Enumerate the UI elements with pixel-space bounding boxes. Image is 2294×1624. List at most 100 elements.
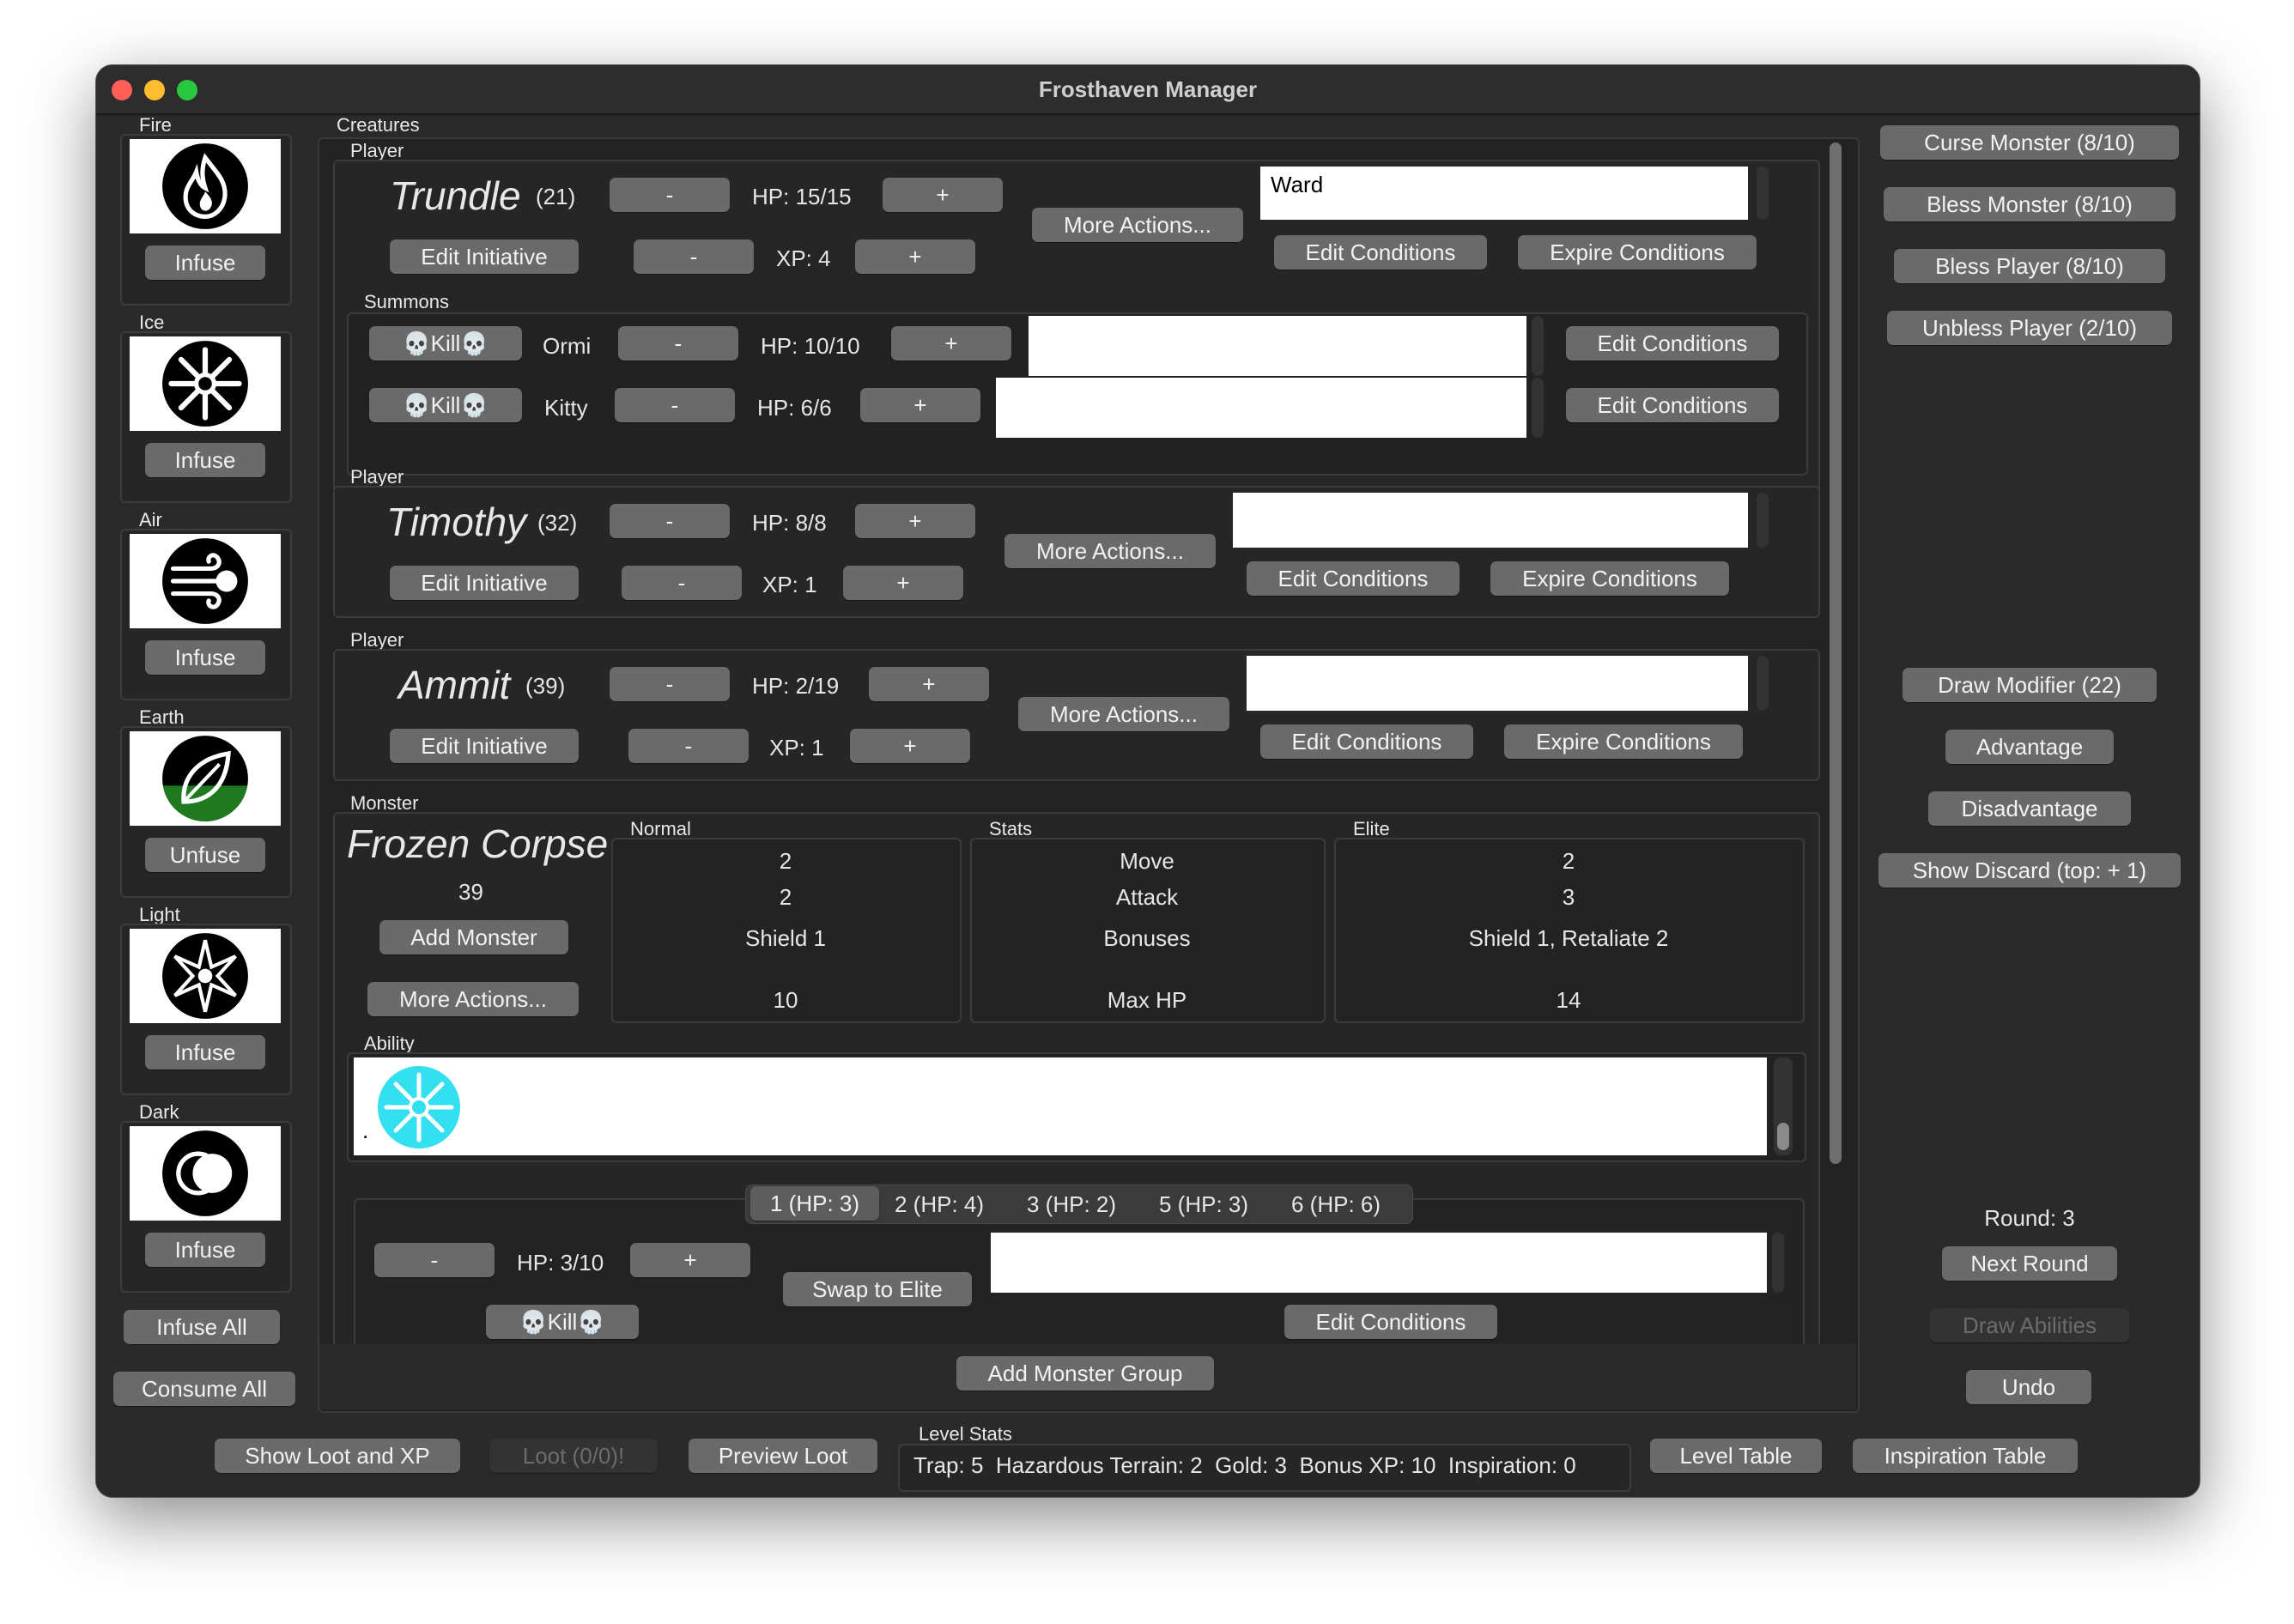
monster-conditions-scrollbar[interactable]: [1772, 1233, 1784, 1293]
player-initiative: (32): [537, 510, 578, 536]
fire-icon: [162, 143, 248, 229]
add-monster-button[interactable]: Add Monster: [379, 920, 568, 954]
xp-decrease-button[interactable]: -: [628, 729, 749, 763]
bless-monster-button[interactable]: Bless Monster (8/10): [1884, 187, 2176, 221]
hp-decrease-button[interactable]: -: [610, 667, 730, 701]
summons-label: Summons: [364, 291, 450, 312]
infuse-all-button[interactable]: Infuse All: [124, 1310, 280, 1344]
monster-hp-decrease-button[interactable]: -: [374, 1243, 495, 1277]
monster-tab-6[interactable]: 6 (HP: 6): [1291, 1191, 1381, 1218]
infuse-fire-button[interactable]: Infuse: [145, 245, 265, 280]
expire-conditions-button[interactable]: Expire Conditions: [1490, 561, 1729, 596]
summon-hp-increase-button[interactable]: +: [860, 388, 980, 422]
hp-increase-button[interactable]: +: [855, 504, 975, 538]
monster-tab-1[interactable]: 1 (HP: 3): [750, 1186, 879, 1221]
monster-more-actions-button[interactable]: More Actions...: [367, 982, 579, 1016]
next-round-button[interactable]: Next Round: [1942, 1246, 2117, 1281]
creatures-scrollbar[interactable]: [1830, 142, 1842, 1164]
edit-initiative-button[interactable]: Edit Initiative: [390, 566, 579, 600]
summon-hp-increase-button[interactable]: +: [891, 326, 1011, 361]
summon-hp-decrease-button[interactable]: -: [615, 388, 735, 422]
air-element-image: [130, 534, 281, 628]
xp-increase-button[interactable]: +: [855, 239, 975, 274]
summon-edit-conditions-button[interactable]: Edit Conditions: [1566, 388, 1779, 422]
fire-element-image: [130, 139, 281, 233]
wind-icon: [162, 538, 248, 624]
summon-edit-conditions-button[interactable]: Edit Conditions: [1566, 326, 1779, 361]
hp-increase-button[interactable]: +: [883, 178, 1003, 212]
preview-loot-button[interactable]: Preview Loot: [689, 1439, 877, 1473]
monster-tab-2[interactable]: 2 (HP: 4): [895, 1191, 984, 1218]
kill-monster-button[interactable]: 💀 Kill 💀: [486, 1305, 639, 1339]
disadvantage-button[interactable]: Disadvantage: [1928, 791, 2131, 826]
summon-conditions-scrollbar[interactable]: [1532, 378, 1544, 438]
edit-conditions-button[interactable]: Edit Conditions: [1260, 724, 1473, 759]
draw-modifier-button[interactable]: Draw Modifier (22): [1903, 668, 2157, 702]
kill-summon-button[interactable]: 💀 Kill 💀: [369, 388, 522, 422]
show-discard-button[interactable]: Show Discard (top: + 1): [1878, 853, 2181, 888]
undo-button[interactable]: Undo: [1966, 1370, 2091, 1404]
player-initiative: (39): [525, 673, 566, 699]
player-xp: XP: 1: [762, 572, 817, 597]
show-loot-button[interactable]: Show Loot and XP: [215, 1439, 460, 1473]
swap-to-elite-button[interactable]: Swap to Elite: [783, 1272, 972, 1306]
dark-moon-icon: [162, 1130, 248, 1216]
hp-decrease-button[interactable]: -: [610, 504, 730, 538]
expire-conditions-button[interactable]: Expire Conditions: [1518, 235, 1757, 270]
monster-tab-3[interactable]: 3 (HP: 2): [1027, 1191, 1116, 1218]
unbless-player-button[interactable]: Unbless Player (2/10): [1887, 311, 2172, 345]
conditions-scrollbar[interactable]: [1757, 167, 1769, 220]
player-hp: HP: 2/19: [752, 673, 840, 699]
add-monster-group-button[interactable]: Add Monster Group: [956, 1356, 1214, 1391]
loot-button[interactable]: Loot (0/0)!: [489, 1439, 658, 1473]
more-actions-button[interactable]: More Actions...: [1032, 208, 1243, 242]
more-actions-button[interactable]: More Actions...: [1004, 534, 1216, 568]
infuse-ice-button[interactable]: Infuse: [145, 443, 265, 477]
infuse-dark-button[interactable]: Infuse: [145, 1233, 265, 1267]
edit-conditions-button[interactable]: Edit Conditions: [1274, 235, 1487, 270]
edit-initiative-button[interactable]: Edit Initiative: [390, 729, 579, 763]
summon-conditions-box: [996, 378, 1526, 438]
level-stats-label: Level Stats: [919, 1423, 1012, 1445]
xp-decrease-button[interactable]: -: [622, 566, 742, 600]
conditions-scrollbar[interactable]: [1757, 493, 1769, 548]
monster-tab-5[interactable]: 5 (HP: 3): [1159, 1191, 1248, 1218]
unfuse-earth-button[interactable]: Unfuse: [145, 838, 265, 872]
ability-scrollbar-thumb[interactable]: [1777, 1123, 1789, 1150]
monster-edit-conditions-button[interactable]: Edit Conditions: [1284, 1305, 1497, 1339]
conditions-box: [1233, 493, 1748, 548]
monster-hp-increase-button[interactable]: +: [630, 1243, 750, 1277]
sun-star-icon: [162, 933, 248, 1019]
summon-conditions-scrollbar[interactable]: [1532, 316, 1544, 376]
kill-summon-button[interactable]: 💀 Kill 💀: [369, 326, 522, 361]
level-table-button[interactable]: Level Table: [1650, 1439, 1822, 1473]
infuse-light-button[interactable]: Infuse: [145, 1035, 265, 1070]
snowflake-icon: [162, 341, 248, 427]
creatures-label: Creatures: [337, 114, 420, 136]
edit-initiative-button[interactable]: Edit Initiative: [390, 239, 579, 274]
edit-conditions-button[interactable]: Edit Conditions: [1247, 561, 1460, 596]
monster-conditions-box: [991, 1233, 1767, 1293]
bless-player-button[interactable]: Bless Player (8/10): [1894, 249, 2165, 283]
stat-move-label: Move: [1120, 848, 1174, 874]
hp-decrease-button[interactable]: -: [610, 178, 730, 212]
summon-hp-decrease-button[interactable]: -: [618, 326, 738, 361]
advantage-button[interactable]: Advantage: [1945, 730, 2114, 764]
infuse-air-button[interactable]: Infuse: [145, 640, 265, 675]
xp-increase-button[interactable]: +: [843, 566, 963, 600]
inspiration-table-button[interactable]: Inspiration Table: [1853, 1439, 2078, 1473]
conditions-box: [1247, 656, 1748, 711]
xp-decrease-button[interactable]: -: [634, 239, 754, 274]
curse-monster-button[interactable]: Curse Monster (8/10): [1880, 125, 2179, 160]
more-actions-button[interactable]: More Actions...: [1018, 697, 1229, 731]
conditions-scrollbar[interactable]: [1757, 656, 1769, 711]
normal-move: 2: [779, 848, 792, 874]
xp-increase-button[interactable]: +: [850, 729, 970, 763]
level-stats-text: Trap: 5 Hazardous Terrain: 2 Gold: 3 Bon…: [913, 1452, 1576, 1478]
hp-increase-button[interactable]: +: [869, 667, 989, 701]
stat-max-hp-label: Max HP: [1107, 987, 1187, 1013]
expire-conditions-button[interactable]: Expire Conditions: [1504, 724, 1743, 759]
consume-all-button[interactable]: Consume All: [113, 1372, 295, 1406]
draw-abilities-button[interactable]: Draw Abilities: [1930, 1308, 2129, 1342]
elite-max-hp: 14: [1556, 987, 1581, 1013]
